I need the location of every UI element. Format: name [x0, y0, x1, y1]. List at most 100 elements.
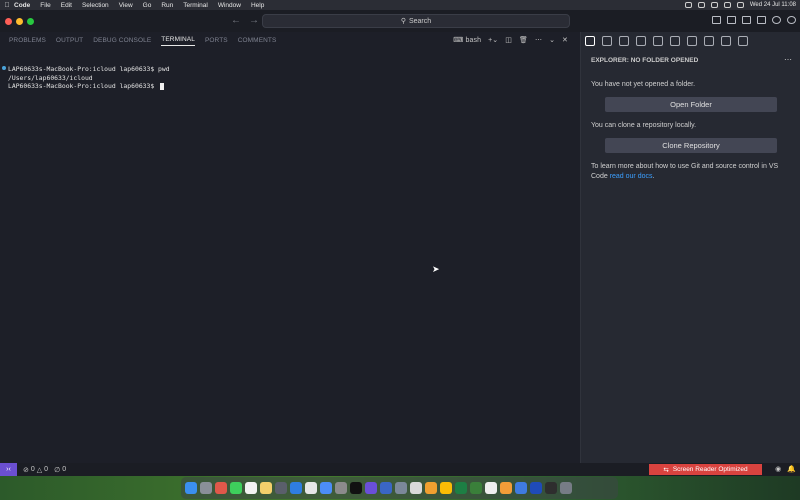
- close-panel-icon[interactable]: ✕: [562, 36, 568, 44]
- screen-reader-badge[interactable]: ⇆ Screen Reader Optimized: [649, 464, 762, 475]
- menubar-clock[interactable]: Wed 24 Jul 11:08: [750, 2, 796, 8]
- tab-terminal[interactable]: TERMINAL: [161, 36, 195, 46]
- menu-selection[interactable]: Selection: [82, 2, 109, 9]
- copilot-icon[interactable]: ◉: [775, 465, 781, 473]
- settings-icon[interactable]: [335, 482, 347, 494]
- command-center-search[interactable]: ⚲ Search: [262, 14, 570, 28]
- menu-go[interactable]: Go: [143, 2, 152, 9]
- launchpad-icon[interactable]: [200, 482, 212, 494]
- account-icon[interactable]: [772, 16, 781, 24]
- split-terminal-icon[interactable]: ◫: [505, 36, 512, 44]
- app-icon[interactable]: [365, 482, 377, 494]
- tab-ports[interactable]: PORTS: [205, 37, 228, 46]
- tab-output[interactable]: OUTPUT: [56, 37, 83, 46]
- extensions-icon[interactable]: [653, 36, 663, 46]
- menu-edit[interactable]: Edit: [61, 2, 72, 9]
- screen-reader-icon: ⇆: [663, 466, 669, 474]
- clone-repository-button[interactable]: Clone Repository: [605, 138, 777, 153]
- menu-view[interactable]: View: [119, 2, 133, 9]
- app-icon[interactable]: [395, 482, 407, 494]
- learn-more-end: .: [652, 173, 655, 180]
- run-debug-icon[interactable]: [636, 36, 646, 46]
- sublime-icon[interactable]: [500, 482, 512, 494]
- zoom-icon[interactable]: [530, 482, 542, 494]
- app-icon[interactable]: [410, 482, 422, 494]
- app-icon[interactable]: [425, 482, 437, 494]
- remote-indicator-icon[interactable]: ›‹: [0, 463, 17, 476]
- secondary-sidebar: EXPLORER: NO FOLDER OPENED ⋯ You have no…: [580, 32, 800, 463]
- messages-icon[interactable]: [230, 482, 242, 494]
- menu-file[interactable]: File: [40, 2, 50, 9]
- tab-problems[interactable]: PROBLEMS: [9, 37, 46, 46]
- minimize-window-button[interactable]: [16, 17, 23, 25]
- calendar-icon[interactable]: [485, 482, 497, 494]
- vscode-icon[interactable]: [290, 482, 302, 494]
- trash-icon[interactable]: 🗑: [519, 36, 528, 44]
- explorer-icon[interactable]: [585, 36, 595, 46]
- remote-explorer-icon[interactable]: [670, 36, 680, 46]
- wifi-icon[interactable]: [723, 2, 731, 8]
- problems-status[interactable]: ⊘ 0 △ 0: [23, 466, 48, 474]
- search-label: Search: [408, 17, 432, 25]
- app-icon[interactable]: [515, 482, 527, 494]
- status-icon[interactable]: [710, 2, 718, 8]
- command-decoration-icon[interactable]: [2, 66, 6, 70]
- app-icon[interactable]: [305, 482, 317, 494]
- apple-icon[interactable]: : [0, 2, 14, 9]
- calendar-icon[interactable]: [245, 482, 257, 494]
- app-icon[interactable]: [470, 482, 482, 494]
- toggle-secondary-sidebar-icon[interactable]: [742, 16, 751, 24]
- search-icon[interactable]: [602, 36, 612, 46]
- mouse-pointer-icon: ➤: [432, 264, 440, 274]
- preview-icon[interactable]: [545, 482, 557, 494]
- learn-more-text: To learn more about how to use Git and s…: [591, 162, 791, 182]
- menu-terminal[interactable]: Terminal: [183, 2, 208, 9]
- more-actions-icon[interactable]: ⋯: [535, 36, 542, 44]
- terminal-output[interactable]: LAP60633s-MacBook-Pro:icloud lap60633$ p…: [0, 50, 580, 463]
- read-docs-link[interactable]: read our docs: [610, 173, 653, 180]
- app-icon[interactable]: [320, 482, 332, 494]
- settings-sync-icon[interactable]: [721, 36, 731, 46]
- ports-status[interactable]: ∅ 0: [54, 466, 66, 474]
- open-folder-button[interactable]: Open Folder: [605, 97, 777, 112]
- forward-arrow-icon[interactable]: →: [249, 15, 259, 26]
- notes-icon[interactable]: [260, 482, 272, 494]
- close-window-button[interactable]: [5, 17, 12, 25]
- trash-icon[interactable]: [560, 482, 572, 494]
- customize-layout-icon[interactable]: [757, 16, 766, 24]
- source-control-icon[interactable]: [619, 36, 629, 46]
- status-icon[interactable]: [684, 2, 692, 8]
- menu-run[interactable]: Run: [161, 2, 173, 9]
- docker-icon[interactable]: [704, 36, 714, 46]
- toggle-panel-icon[interactable]: [727, 16, 736, 24]
- bell-icon[interactable]: 🔔: [787, 465, 796, 473]
- new-terminal-plus-icon[interactable]: +⌄: [488, 36, 498, 44]
- chevron-down-icon[interactable]: ⌄: [549, 36, 555, 44]
- more-actions-icon[interactable]: ⋯: [784, 55, 792, 64]
- clone-message: You can clone a repository locally.: [591, 122, 697, 129]
- gear-icon[interactable]: [787, 16, 796, 24]
- terminal-shell-selector[interactable]: ⌨ bash: [453, 36, 481, 44]
- finder-icon[interactable]: [185, 482, 197, 494]
- shell-name: bash: [465, 37, 482, 44]
- chat-icon[interactable]: [738, 36, 748, 46]
- tab-comments[interactable]: COMMENTS: [238, 37, 277, 46]
- excel-icon[interactable]: [455, 482, 467, 494]
- app-icon[interactable]: [275, 482, 287, 494]
- window-controls: [0, 17, 34, 25]
- status-icon[interactable]: [697, 2, 705, 8]
- back-arrow-icon[interactable]: ←: [231, 15, 241, 26]
- terminal-app-icon[interactable]: [350, 482, 362, 494]
- control-center-icon[interactable]: [736, 2, 744, 8]
- testing-icon[interactable]: [687, 36, 697, 46]
- tab-debug-console[interactable]: DEBUG CONSOLE: [93, 37, 151, 46]
- zoom-window-button[interactable]: [27, 17, 34, 25]
- no-folder-message: You have not yet opened a folder.: [591, 81, 696, 88]
- menu-window[interactable]: Window: [218, 2, 241, 9]
- chrome-icon[interactable]: [440, 482, 452, 494]
- toggle-primary-sidebar-icon[interactable]: [712, 16, 721, 24]
- photos-icon[interactable]: [215, 482, 227, 494]
- app-icon[interactable]: [380, 482, 392, 494]
- menu-app-name[interactable]: Code: [14, 2, 30, 9]
- menu-help[interactable]: Help: [251, 2, 264, 9]
